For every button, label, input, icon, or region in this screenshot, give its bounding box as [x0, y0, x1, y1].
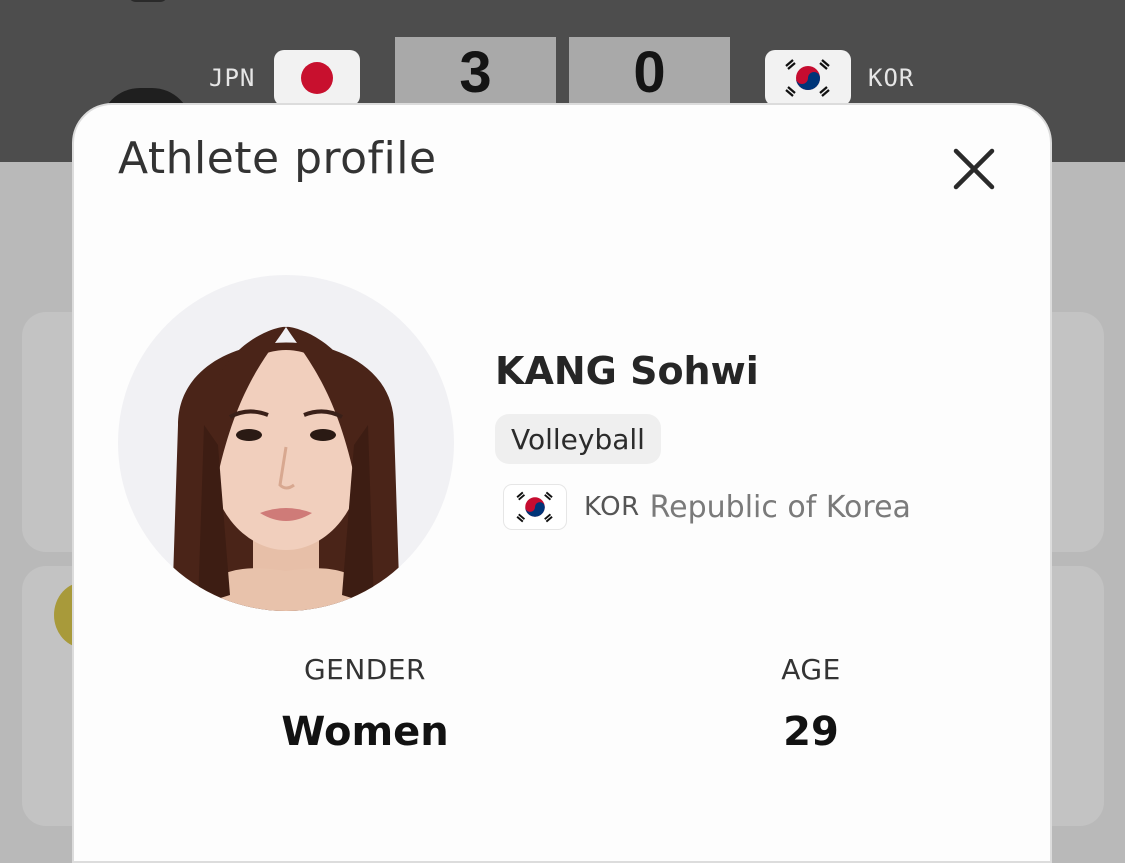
age-label: AGE — [781, 653, 841, 686]
modal-title: Athlete profile — [118, 133, 437, 184]
athlete-name: KANG Sohwi — [495, 349, 759, 393]
header-remnant — [128, 0, 168, 2]
close-button[interactable] — [946, 141, 1002, 197]
athlete-photo — [118, 275, 454, 611]
away-team-code: KOR — [868, 64, 915, 92]
korea-flag-icon — [765, 50, 851, 106]
country-info: KOR Republic of Korea — [504, 483, 911, 531]
sport-badge: Volleyball — [495, 414, 661, 464]
age-value: 29 — [783, 709, 839, 755]
home-team-code: JPN — [209, 64, 256, 92]
japan-flag-icon — [274, 50, 360, 106]
gender-value: Women — [281, 709, 449, 755]
close-icon — [953, 148, 995, 190]
gender-label: GENDER — [303, 653, 427, 686]
athlete-profile-modal: Athlete profile KANG Sohwi Volleyball KO… — [72, 103, 1052, 863]
home-score: 3 — [395, 37, 556, 107]
away-score: 0 — [569, 37, 730, 107]
country-name: Republic of Korea — [649, 489, 911, 525]
korea-flag-icon — [504, 485, 566, 529]
country-code: KOR — [584, 492, 640, 522]
sport-label: Volleyball — [511, 422, 645, 456]
